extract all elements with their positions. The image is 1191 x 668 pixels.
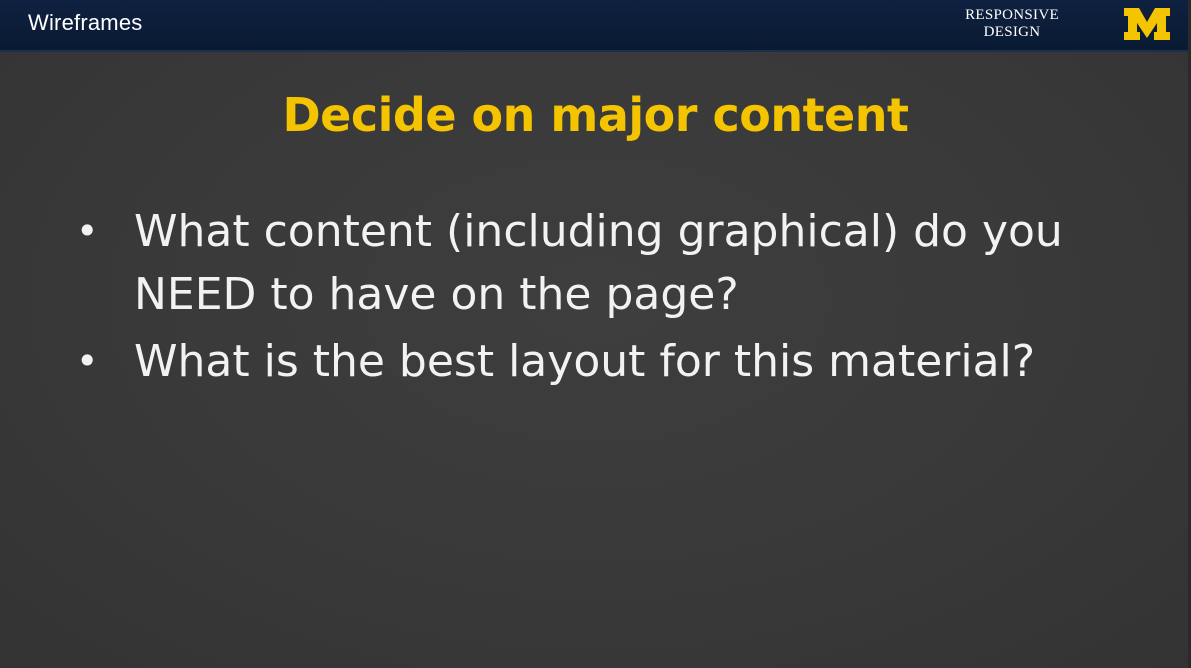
slide: Wireframes RESPONSIVE DESIGN Decide on m… [0, 0, 1191, 668]
bullet-item: • What is the best layout for this mater… [72, 330, 1152, 393]
bullet-item: • What content (including graphical) do … [72, 200, 1152, 326]
block-m-logo-icon [1124, 8, 1170, 40]
course-label-line1: RESPONSIVE [965, 7, 1059, 23]
course-label: RESPONSIVE DESIGN [948, 7, 1076, 41]
header-bar: Wireframes RESPONSIVE DESIGN [0, 0, 1191, 52]
section-title: Wireframes [28, 10, 143, 35]
bullet-list: • What content (including graphical) do … [72, 200, 1152, 397]
course-label-line2: DESIGN [983, 24, 1041, 40]
slide-title: Decide on major content [282, 88, 909, 142]
bullet-text: What content (including graphical) do yo… [134, 206, 1063, 320]
bullet-text: What is the best layout for this materia… [134, 336, 1036, 387]
bullet-dot-icon: • [76, 209, 99, 253]
bullet-dot-icon: • [76, 339, 99, 383]
